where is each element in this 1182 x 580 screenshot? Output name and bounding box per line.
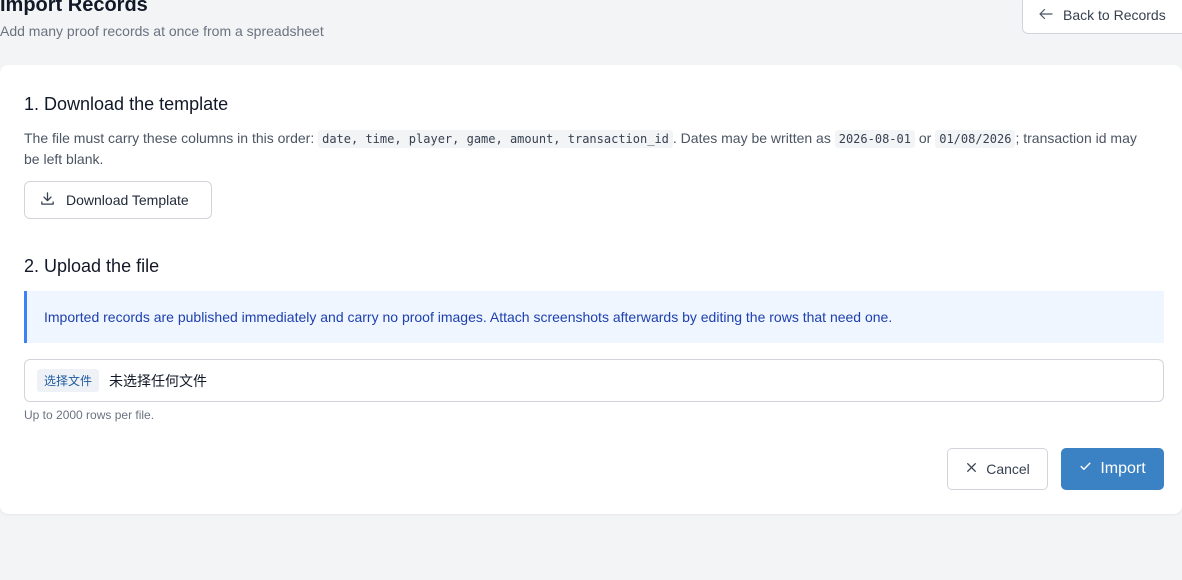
cancel-button[interactable]: Cancel	[947, 448, 1048, 490]
download-template-button[interactable]: Download Template	[24, 181, 212, 219]
import-label: Import	[1100, 460, 1146, 477]
template-description: The file must carry these columns in thi…	[24, 128, 1154, 169]
date-example-2: 01/08/2026	[935, 130, 1016, 148]
page-title: Import Records	[0, 0, 148, 16]
desc-prefix: The file must carry these columns in thi…	[24, 130, 319, 146]
page-header: Import Records Add many proof records at…	[0, 0, 1182, 60]
page-subtitle: Add many proof records at once from a sp…	[0, 23, 324, 39]
back-to-records-label: Back to Records	[1063, 7, 1166, 23]
info-alert-text: Imported records are published immediate…	[44, 309, 893, 325]
file-status: 未选择任何文件	[109, 372, 208, 389]
desc-or: or	[914, 130, 936, 146]
download-icon	[39, 190, 56, 210]
desc-mid: . Dates may be written as	[672, 130, 835, 146]
step2-title: 2. Upload the file	[24, 256, 160, 276]
download-template-label: Download Template	[66, 192, 189, 208]
cancel-label: Cancel	[986, 461, 1030, 477]
date-example-1: 2026-08-01	[834, 130, 915, 148]
info-alert: Imported records are published immediate…	[24, 291, 1164, 343]
step1-title: 1. Download the template	[24, 94, 229, 114]
import-card: 1. Download the template The file must c…	[0, 65, 1182, 514]
import-button[interactable]: Import	[1061, 448, 1164, 490]
check-icon	[1079, 460, 1092, 478]
close-icon	[965, 461, 978, 477]
file-input[interactable]: 选择文件 未选择任何文件	[24, 359, 1164, 402]
columns-code: date, time, player, game, amount, transa…	[318, 130, 673, 148]
choose-file-button[interactable]: 选择文件	[37, 369, 100, 392]
arrow-left-icon	[1037, 5, 1055, 26]
back-to-records-button[interactable]: Back to Records	[1022, 0, 1182, 34]
upload-hint: Up to 2000 rows per file.	[24, 408, 155, 422]
